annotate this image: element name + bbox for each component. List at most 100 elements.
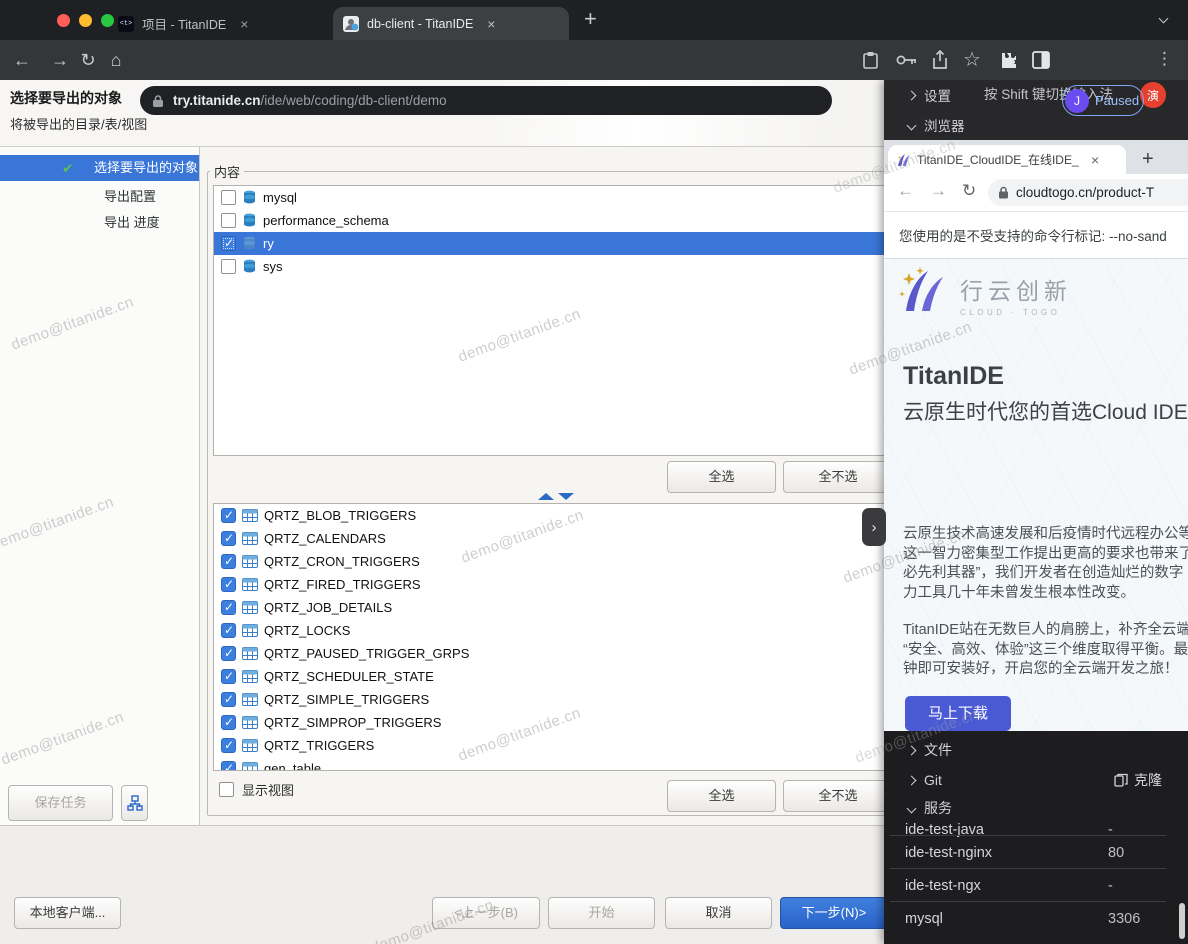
checkbox-unchecked[interactable] [221,259,236,274]
close-tab-icon[interactable]: × [1091,152,1099,168]
reload-icon[interactable]: ↻ [74,40,102,80]
step-select-objects[interactable]: ✔ 选择要导出的对象 [0,155,199,181]
db-row-ry-selected[interactable]: ry [214,232,938,255]
chevron-down-icon [907,803,917,813]
files-section-header[interactable]: 文件 [884,735,1188,765]
forward-icon[interactable]: → [46,40,74,80]
cancel-button[interactable]: 取消 [665,897,772,929]
bookmark-star-icon[interactable]: ☆ [958,40,986,80]
table-row[interactable]: QRTZ_SIMPROP_TRIGGERS [214,711,938,734]
checkbox-checked[interactable] [221,577,236,592]
back-icon[interactable]: ← [8,40,36,80]
local-client-button[interactable]: 本地客户端... [14,897,121,929]
extensions-puzzle-icon[interactable] [1000,51,1018,69]
side-panel-icon[interactable] [1032,51,1050,69]
checkbox-checked[interactable] [221,669,236,684]
embedded-tab[interactable]: TitanIDE_CloudIDE_在线IDE_ × [888,145,1126,174]
step-export-config[interactable]: 导出配置 [0,184,199,210]
back-step-button[interactable]: <上一步(B) [432,897,540,929]
password-key-icon[interactable] [896,54,918,66]
share-icon[interactable] [932,50,948,70]
task-diagram-icon-button[interactable] [121,785,148,821]
select-all-bottom-button[interactable]: 全选 [667,780,776,812]
embedded-webpage: 行云创新 CLOUD · TOGO TitanIDE 云原生时代您的首选Clou… [884,259,1188,731]
checkbox-checked[interactable] [221,692,236,707]
close-tab-icon[interactable]: × [240,17,248,31]
checkbox-checked[interactable] [221,554,236,569]
tab-db-client[interactable]: db-client - TitanIDE × [333,7,569,40]
table-row[interactable]: gen_table [214,757,938,771]
table-list[interactable]: QRTZ_BLOB_TRIGGERS QRTZ_CALENDARS QRTZ_C… [213,503,939,771]
splitter-up-icon[interactable] [538,493,554,500]
table-row[interactable]: QRTZ_CALENDARS [214,527,938,550]
table-row[interactable]: QRTZ_LOCKS [214,619,938,642]
table-row[interactable]: QRTZ_BLOB_TRIGGERS [214,504,938,527]
table-row[interactable]: QRTZ_PAUSED_TRIGGER_GRPS [214,642,938,665]
checkbox-checked[interactable] [221,738,236,753]
service-row[interactable]: mysql 3306 [884,902,1188,935]
back-icon[interactable]: ← [897,181,914,201]
new-tab-button[interactable]: + [584,6,597,32]
table-icon [242,647,258,660]
service-row[interactable]: ide-test-nginx 80 [884,836,1188,869]
download-now-button[interactable]: 马上下载 [905,696,1011,731]
wizard-title: 选择要导出的对象 [10,88,122,108]
table-row[interactable]: QRTZ_FIRED_TRIGGERS [214,573,938,596]
checkbox-checked[interactable] [221,600,236,615]
database-list[interactable]: mysql performance_schema ry sys [213,185,939,456]
checkbox-checked[interactable] [221,508,236,523]
wizard-button-bar: 本地客户端... <上一步(B) 开始 取消 下一步(N)> [0,825,884,944]
checkbox-checked[interactable] [221,761,236,771]
home-icon[interactable]: ⌂ [102,40,130,80]
git-clone-button[interactable]: 克隆 [1114,765,1162,795]
checkbox-checked[interactable] [221,623,236,638]
forward-icon[interactable]: → [930,181,947,201]
checkbox-checked[interactable] [221,531,236,546]
files-label: 文件 [924,740,952,760]
table-row[interactable]: QRTZ_TRIGGERS [214,734,938,757]
checkbox-checked[interactable] [221,236,236,251]
checkbox-unchecked[interactable] [221,190,236,205]
minimize-window-button[interactable] [79,14,92,27]
tab-project[interactable]: <t> 项目 - TitanIDE × [108,7,330,40]
reload-icon[interactable]: ↻ [962,181,976,201]
table-row[interactable]: QRTZ_JOB_DETAILS [214,596,938,619]
service-row[interactable]: ide-test-ngx - [884,869,1188,902]
services-section-header[interactable]: 服务 [884,795,1188,821]
splitter-down-icon[interactable] [558,493,574,500]
checkbox-checked[interactable] [221,646,236,661]
new-tab-button[interactable]: + [1142,148,1154,170]
clipboard-icon[interactable] [862,51,879,69]
close-window-button[interactable] [57,14,70,27]
table-row[interactable]: QRTZ_SCHEDULER_STATE [214,665,938,688]
select-none-bottom-button[interactable]: 全不选 [783,780,893,812]
table-row[interactable]: QRTZ_SIMPLE_TRIGGERS [214,688,938,711]
table-row[interactable]: QRTZ_CRON_TRIGGERS [214,550,938,573]
start-button[interactable]: 开始 [548,897,655,929]
checkbox-unchecked[interactable] [221,213,236,228]
panel-collapse-handle[interactable]: › [862,508,886,546]
embedded-address-bar[interactable]: cloudtogo.cn/product-T [988,179,1188,206]
git-section-header[interactable]: Git 克隆 [884,765,1188,795]
select-all-top-button[interactable]: 全选 [667,461,776,493]
save-task-button[interactable]: 保存任务 [8,785,113,821]
profile-paused-badge[interactable]: J Paused [1062,85,1144,116]
browser-menu-icon[interactable]: ⋮ [1156,49,1173,69]
browser-section-header[interactable]: 浏览器 [884,110,1188,140]
cloudtogo-favicon [896,153,911,167]
show-views-checkbox[interactable] [219,782,234,797]
next-step-button[interactable]: 下一步(N)> [780,897,888,929]
url-host: try.titanide.cn [173,93,261,108]
sync-paused-label: Paused [1095,93,1139,108]
select-none-top-button[interactable]: 全不选 [783,461,893,493]
address-bar[interactable]: try.titanide.cn/ide/web/coding/db-client… [140,86,832,115]
db-row-mysql[interactable]: mysql [214,186,938,209]
db-row-sys[interactable]: sys [214,255,938,278]
demo-badge[interactable]: 演 [1140,82,1166,108]
step-export-progress[interactable]: 导出 进度 [0,210,199,236]
checkbox-checked[interactable] [221,715,236,730]
tab-search-chevron-icon[interactable] [1159,14,1169,24]
close-tab-icon[interactable]: × [487,17,495,31]
db-row-performance-schema[interactable]: performance_schema [214,209,938,232]
scrollbar-thumb[interactable] [1179,903,1185,939]
